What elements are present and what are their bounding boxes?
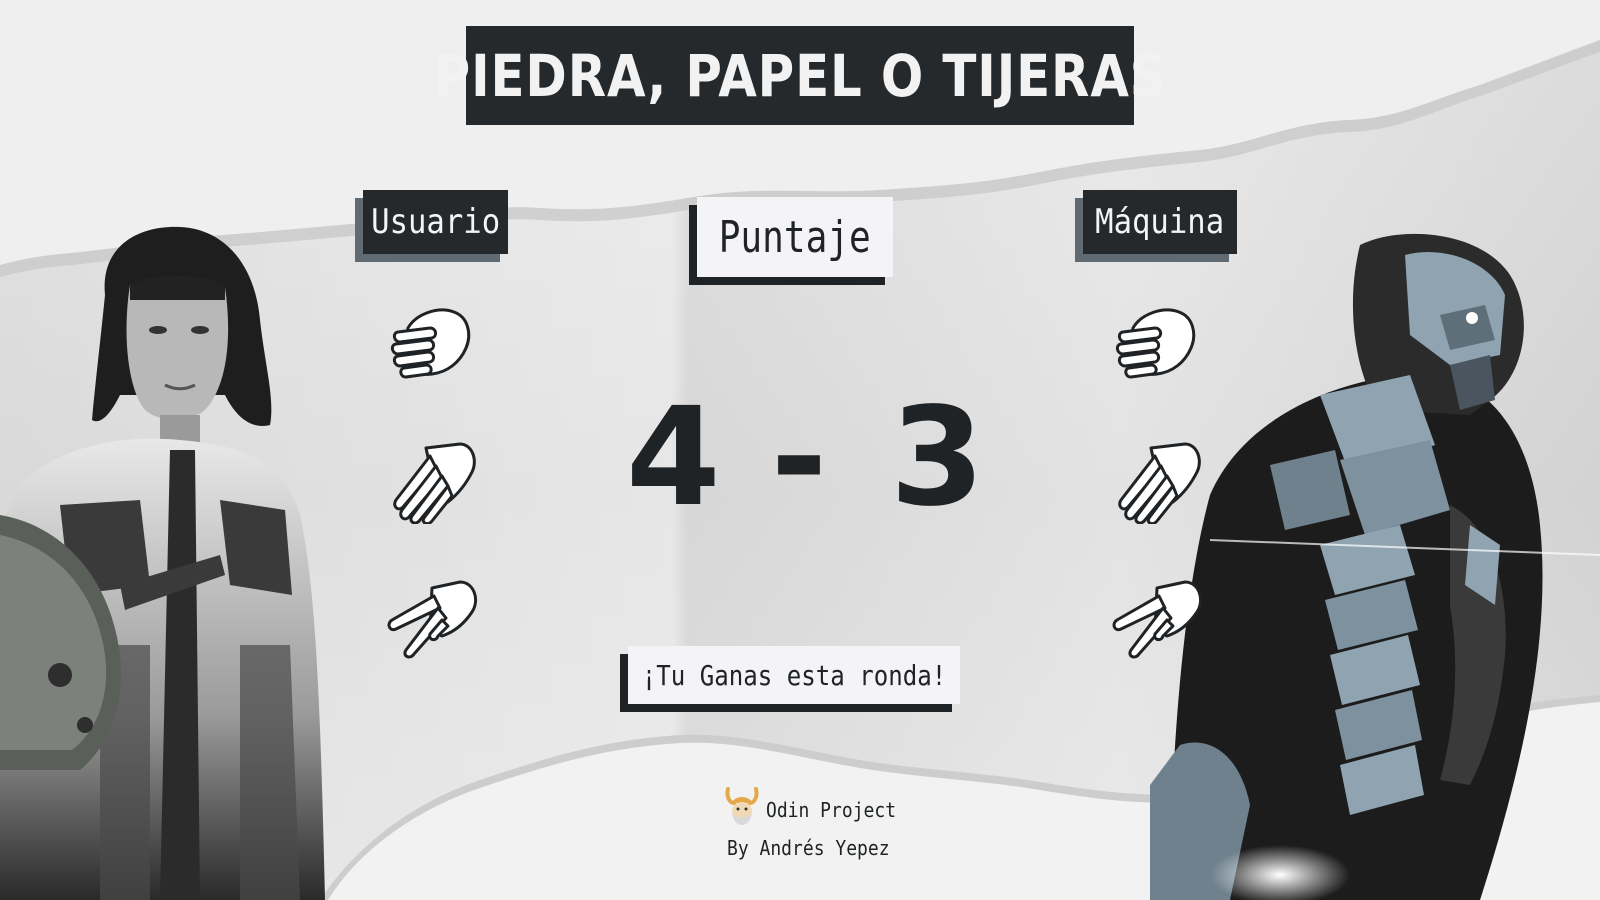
user-score: 4 <box>626 379 721 537</box>
open-hand-icon <box>1118 442 1201 526</box>
machine-label-box: Máquina <box>1083 190 1237 254</box>
page-title: PIEDRA, PAPEL O TIJERAS <box>433 41 1167 110</box>
title-banner: PIEDRA, PAPEL O TIJERAS <box>434 26 1166 125</box>
machine-character-image <box>1150 233 1600 900</box>
user-rock-button[interactable] <box>386 300 482 386</box>
machine-scissors-icon-box <box>1111 574 1207 660</box>
score-label-box: Puntaje <box>697 197 893 277</box>
two-fingers-icon <box>387 580 477 659</box>
fist-icon <box>390 308 471 379</box>
round-result-box: ¡Tu Ganas esta ronda! <box>628 646 960 704</box>
user-scissors-button[interactable] <box>386 574 482 660</box>
machine-score: 3 <box>890 379 985 537</box>
footer-author: By Andrés Yepez <box>727 836 890 860</box>
viking-helmet-icon <box>725 787 759 825</box>
footer-project-link[interactable]: Odin Project <box>766 798 896 824</box>
fist-icon <box>1115 308 1196 379</box>
user-paper-button[interactable] <box>386 438 482 526</box>
machine-paper-icon-box <box>1111 438 1207 526</box>
open-hand-icon <box>393 442 476 526</box>
score-separator: - <box>770 379 828 537</box>
user-label: Usuario <box>371 202 500 242</box>
score-label: Puntaje <box>718 211 872 263</box>
user-label-box: Usuario <box>363 190 508 254</box>
two-fingers-icon <box>1112 580 1202 659</box>
machine-rock-icon-box <box>1111 300 1207 386</box>
round-result-message: ¡Tu Ganas esta ronda! <box>641 658 947 692</box>
machine-label: Máquina <box>1095 202 1225 242</box>
user-character-image <box>0 226 325 900</box>
